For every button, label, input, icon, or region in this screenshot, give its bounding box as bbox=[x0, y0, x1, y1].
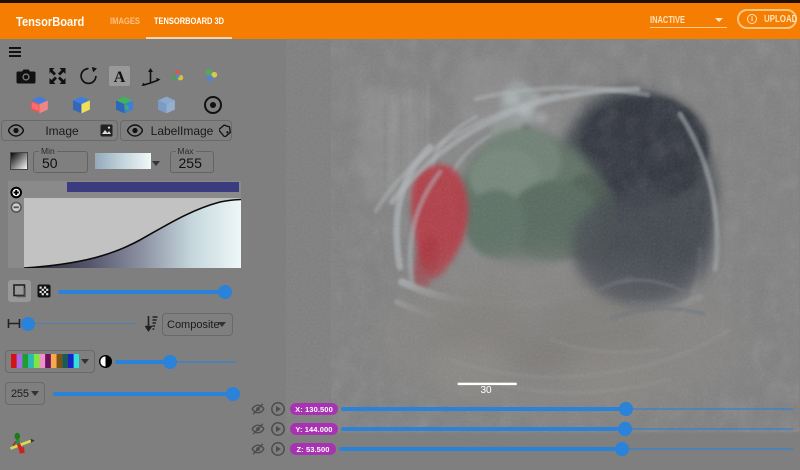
svg-text:A: A bbox=[114, 69, 126, 86]
svg-text:30: 30 bbox=[480, 385, 492, 396]
